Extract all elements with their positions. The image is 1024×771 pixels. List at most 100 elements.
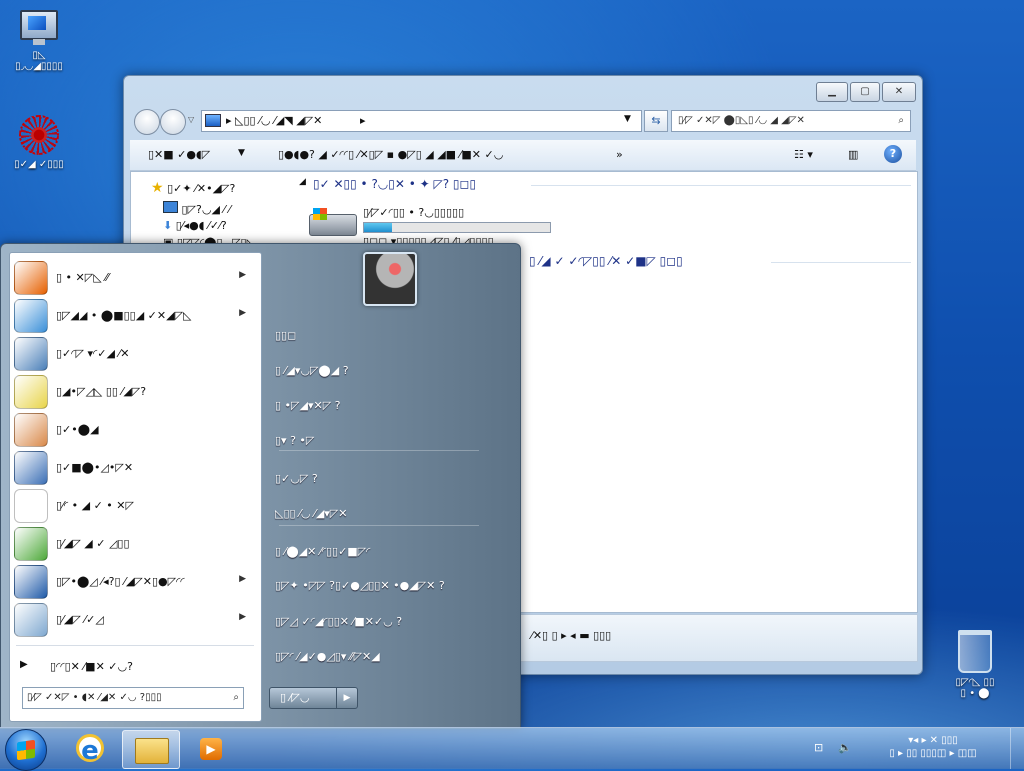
start-places-item[interactable]: ▯▯◻	[275, 322, 505, 350]
places-pane: ▯▯◻ ▯ ⁄◢▾◡◸⬤◢ ? ▯ •◸◢▾✕◸ ? ▯▾ ? •◸ ▯✓◡◸ ? ◺▯▯…	[263, 244, 520, 728]
start-program-item[interactable]: ▯ • ✕◸◺ ⁄⁄ ▶	[14, 259, 254, 295]
forward-button[interactable]	[160, 109, 186, 135]
navigation-bar: ▽ ▸ ◺▯▯ ⁄◡ ⁄◢◥ ◢◸✕ ▸ ▼ ⇆ ▯⁄◸ ✓✕◸ ⬤▯◺▯ ⁄◡…	[130, 108, 916, 136]
search-placeholder: ▯⁄◸ ✓✕◸ ⬤▯◺▯ ⁄◡ ◢ ◢◸✕	[678, 115, 805, 126]
volume-icon[interactable]: 🔈	[838, 741, 852, 754]
address-bar[interactable]: ▸ ◺▯▯ ⁄◡ ⁄◢◥ ◢◸✕ ▸ ▼	[201, 110, 642, 132]
breadcrumb[interactable]: ▸ ◺▯▯ ⁄◡ ⁄◢◥ ◢◸✕	[226, 114, 322, 127]
calculator-icon	[14, 337, 48, 371]
all-programs-label: ▯◜◜▯✕ ⁄■✕ ✓◡?	[50, 660, 133, 673]
start-program-item[interactable]: ▯⁄◜ • ◢ ✓ • ✕◸	[14, 487, 254, 523]
start-program-item[interactable]: ▯✓•⬤◢	[14, 411, 254, 447]
start-search-icon[interactable]: ⌕	[233, 688, 239, 708]
help-icon[interactable]: ?	[884, 145, 902, 163]
recent-pages-icon[interactable]: ▽	[188, 115, 194, 124]
solitaire-icon	[14, 489, 48, 523]
start-places-item[interactable]: ▯◸◜ ⁄◢✓●◿▯▾ ⁄⁄◸✕◢	[275, 643, 505, 671]
network-icon[interactable]: ⊡	[814, 741, 823, 754]
recycle-label-line2: ▯ • ⬤	[960, 688, 990, 699]
start-places-item[interactable]: ▯ •◸◢▾✕◸ ?	[275, 392, 505, 420]
powershell-icon	[14, 565, 48, 599]
clock[interactable]: ▾◂ ▸ ✕ ▯▯▯ ▯ ▸ ▯▯ ▯▯▯◫ ▸ ◫◫	[878, 734, 988, 760]
network-web-icon	[19, 115, 59, 155]
start-program-item[interactable]: ▯◸•⬤◿ ⁄◂?▯ ⁄◢◸✕▯●◸◜◜ ▶	[14, 563, 254, 599]
computer-small-icon	[205, 114, 221, 127]
breadcrumb-chevron-icon[interactable]: ▸	[360, 114, 366, 127]
taskbar-windows-explorer[interactable]	[122, 730, 180, 769]
desktop-icon-shortcut[interactable]: ▯✓◢ ✓▯▯▯	[4, 115, 74, 170]
start-program-item[interactable]: ▯⁄◢◸ ⁄✓◿ ▶	[14, 601, 254, 637]
shutdown-button[interactable]: ▯ ⁄◸◡	[269, 687, 337, 709]
section-collapse-icon[interactable]: ◢	[299, 177, 306, 187]
minimize-button[interactable]: ▁	[816, 82, 848, 102]
start-search-placeholder: ▯⁄◸ ✓✕◸ • ◖✕ ⁄◢✕ ✓◡ ?▯▯▯	[27, 692, 162, 703]
system-properties-button[interactable]: ▯●◖●? ◢ ✓◜◜▯ ⁄✕▯◸ ▪ ●◸▯ ◢ ◢■ ⁄■✕ ✓◡	[278, 148, 503, 161]
show-desktop-button[interactable]	[1010, 728, 1024, 769]
nav-favorites[interactable]: ★ ▯✓✦ ⁄✕•◢◸?	[151, 180, 235, 196]
status-text: ⁄✕▯ ▯ ▸ ◂ ▬ ▯▯▯	[531, 629, 612, 642]
start-program-item[interactable]: ▯◢•◸◿◺ ▯▯ ⁄◢◸?	[14, 373, 254, 409]
maximize-button[interactable]: ▢	[850, 82, 880, 102]
desktop-icon-computer[interactable]: ▯◺ ▯◞◡◢▯▯▯▯	[4, 10, 74, 72]
all-programs-item[interactable]: ▶ ▯◜◜▯✕ ⁄■✕ ✓◡?	[14, 653, 254, 681]
start-program-label: ▯✓◜◸ ▾◜✓◢ ⁄✕	[56, 347, 130, 360]
nav-favorites-label: ▯✓✦ ⁄✕•◢◸?	[167, 182, 236, 195]
star-icon: ★	[151, 180, 164, 196]
submenu-arrow-icon: ▶	[239, 574, 246, 584]
other-section-header[interactable]: ▯ ⁄◢ ✓ ✓◜◸▯▯ ⁄✕ ✓■◸ ▯◻▯	[529, 254, 683, 268]
windows-flag-icon	[17, 739, 35, 761]
start-program-label: ▯✓•⬤◢	[56, 423, 99, 436]
taskbar-media-player[interactable]: ▶	[182, 730, 238, 767]
refresh-button[interactable]: ⇆	[644, 110, 668, 132]
start-search-input[interactable]: ▯⁄◸ ✓✕◸ • ◖✕ ⁄◢✕ ✓◡ ?▯▯▯ ⌕	[22, 687, 244, 709]
nav-desktop[interactable]: ▯◸?◡◢ ⁄ ⁄	[163, 201, 231, 216]
start-program-item[interactable]: ▯◸◢◢ • ⬤■▯▯◢ ✓✕◢◸◺ ▶	[14, 297, 254, 333]
clock-time: ▾◂ ▸ ✕ ▯▯▯	[908, 735, 958, 746]
taskbar: e ▶ ⊡ 🔈 ▾◂ ▸ ✕ ▯▯▯ ▯ ▸ ▯▯ ▯▯▯◫ ▸ ◫◫	[0, 727, 1024, 771]
desktop-icon-recycle-bin[interactable]: ▯◸◜◺ ▯▯ ▯ • ⬤	[940, 630, 1010, 699]
start-places-item[interactable]: ▯ ⁄⬤◢✕ ⁄◜▯▯✓■◸◜	[275, 538, 505, 566]
nav-downloads[interactable]: ⬇ ▯⁄◂●◖ ⁄✓⁄?	[163, 219, 227, 232]
shutdown-options-button[interactable]: ▶	[336, 687, 358, 709]
paint-icon	[14, 413, 48, 447]
places-separator	[279, 450, 479, 451]
search-field[interactable]: ▯⁄◸ ✓✕◸ ⬤▯◺▯ ⁄◡ ◢ ◢◸✕ ⌕	[671, 110, 911, 132]
back-button[interactable]	[134, 109, 160, 135]
taskbar-internet-explorer[interactable]: e	[62, 730, 118, 767]
start-program-item[interactable]: ▯✓◜◸ ▾◜✓◢ ⁄✕	[14, 335, 254, 371]
network-icon	[14, 299, 48, 333]
start-places-item[interactable]: ▯ ⁄◢▾◡◸⬤◢ ?	[275, 357, 505, 385]
disk-usage-bar	[363, 222, 551, 233]
close-button[interactable]: ✕	[882, 82, 916, 102]
hard-disk-section-header[interactable]: ▯✓ ✕▯▯ • ?◡▯✕ • ✦ ◸? ▯◻▯	[313, 177, 476, 191]
recycle-bin-icon	[958, 630, 992, 673]
organize-button[interactable]: ▯✕■ ✓●◖◸	[148, 148, 210, 161]
start-program-item[interactable]: ▯⁄◢◸ ◢ ✓ ◿▯▯	[14, 525, 254, 561]
disk-name: ▯⁄◸✓◜▯▯ • ?◡▯▯▯▯▯	[363, 206, 465, 219]
start-program-label: ▯◸◢◢ • ⬤■▯▯◢ ✓✕◢◸◺	[56, 309, 192, 322]
magnifier-icon	[14, 451, 48, 485]
downloads-icon: ⬇	[163, 219, 173, 232]
start-program-label: ▯⁄◢◸ ⁄✓◿	[56, 613, 104, 626]
preview-pane-icon[interactable]: ▥	[848, 148, 858, 161]
start-button[interactable]	[5, 729, 47, 771]
programs-pane: ▯ • ✕◸◺ ⁄⁄ ▶ ▯◸◢◢ • ⬤■▯▯◢ ✓✕◢◸◺ ▶ ▯✓◜◸ ▾◜✓◢ …	[9, 252, 262, 722]
address-dropdown-icon[interactable]: ▼	[624, 114, 631, 124]
start-places-item[interactable]: ▯✓◡◸ ?	[275, 465, 505, 493]
notepad-editor-icon	[14, 527, 48, 561]
start-places-item[interactable]: ▯◸✦ •◸◸ ?▯✓●◿▯▯✕ •●◢◸✕ ?	[275, 572, 505, 600]
start-program-item[interactable]: ▯✓■⬤•◿•◸✕	[14, 449, 254, 485]
change-view-icon[interactable]: ☷ ▾	[794, 148, 813, 161]
start-places-item[interactable]: ▯◸◿ ✓◜◢◜▯▯✕ ⁄■✕✓◡ ?	[275, 608, 505, 636]
computer-icon	[20, 10, 58, 45]
programs-separator	[16, 645, 254, 646]
organize-dropdown-icon[interactable]: ▼	[238, 148, 245, 158]
start-places-item[interactable]: ◺▯▯ ⁄◡ ⁄◢▾◸✕	[275, 500, 505, 528]
more-commands-button[interactable]: »	[616, 148, 623, 161]
notepad-icon	[14, 603, 48, 637]
search-icon[interactable]: ⌕	[898, 111, 904, 131]
shortcut-label: ▯✓◢ ✓▯▯▯	[14, 159, 64, 170]
shutdown-label: ▯ ⁄◸◡	[280, 691, 310, 704]
user-picture[interactable]	[363, 252, 417, 306]
folder-icon	[135, 738, 169, 764]
